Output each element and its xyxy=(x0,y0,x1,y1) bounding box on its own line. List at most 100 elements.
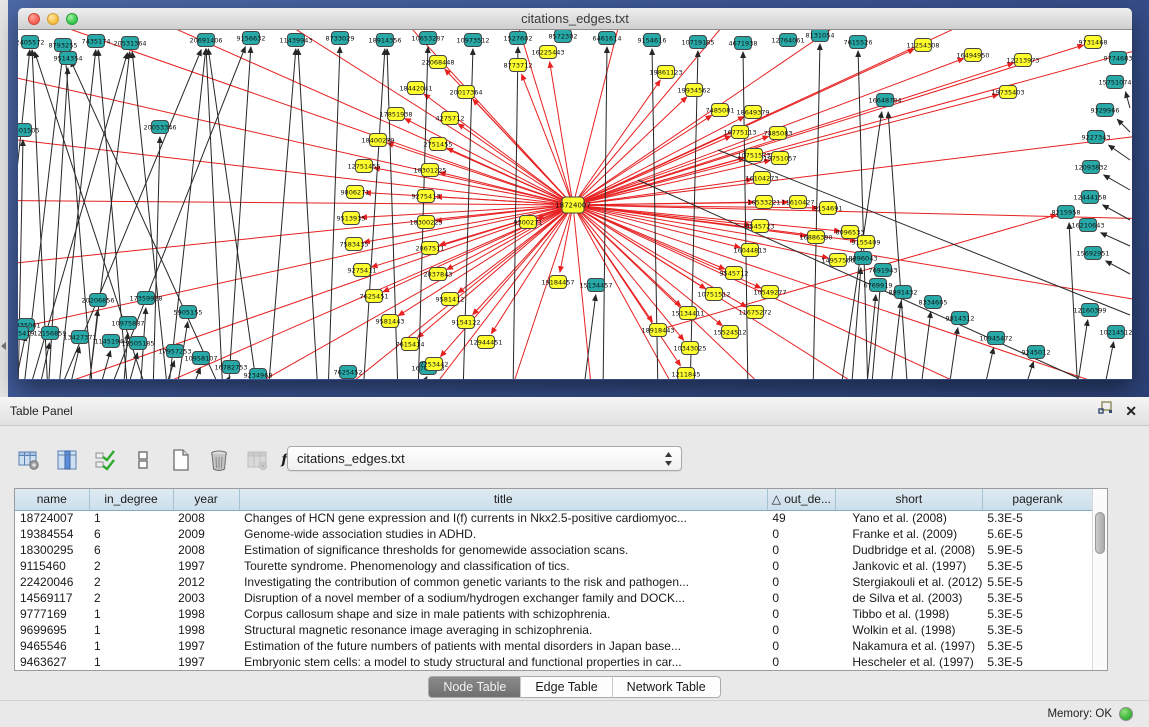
network-node[interactable]: 8891432 xyxy=(889,286,918,299)
column-header-out_degree[interactable]: △ out_de... xyxy=(767,489,835,510)
network-node[interactable]: 10214512 xyxy=(1099,326,1132,339)
network-graph[interactable]: 2405572879325574351742053136420691406915… xyxy=(18,30,1132,379)
network-node[interactable]: 8733029 xyxy=(326,32,355,45)
network-node[interactable]: 18914356 xyxy=(368,34,401,47)
network-node[interactable]: 16648784 xyxy=(868,94,901,107)
network-node[interactable]: 9329966 xyxy=(1091,104,1120,117)
cell-year[interactable]: 2009 xyxy=(173,526,239,542)
table-row[interactable]: 946554611997Estimation of the future num… xyxy=(15,638,1093,654)
cell-out_degree[interactable]: 49 xyxy=(767,510,835,526)
cell-name[interactable]: 9699695 xyxy=(15,622,89,638)
float-panel-icon[interactable] xyxy=(1098,397,1113,426)
cell-in_degree[interactable]: 1 xyxy=(89,606,173,622)
cell-title[interactable]: Estimation of the future numbers of pati… xyxy=(239,638,767,654)
cell-out_degree[interactable]: 0 xyxy=(767,542,835,558)
network-node[interactable]: 1211845 xyxy=(672,368,701,380)
tab-edge-table[interactable]: Edge Table xyxy=(520,676,611,698)
cell-in_degree[interactable]: 1 xyxy=(89,622,173,638)
network-node[interactable]: 10945472 xyxy=(979,332,1012,345)
network-node[interactable]: 5905155 xyxy=(174,306,203,319)
network-node[interactable]: 19751057 xyxy=(763,152,796,165)
network-node[interactable]: 8131054 xyxy=(806,30,835,42)
column-header-short[interactable]: short xyxy=(835,489,982,510)
network-node[interactable]: 9245012 xyxy=(1022,346,1051,359)
network-node[interactable]: 18442041 xyxy=(399,82,432,95)
network-node[interactable]: 7615526 xyxy=(844,36,873,49)
table-scrollbar[interactable] xyxy=(1092,489,1107,670)
network-node[interactable]: 10973512 xyxy=(456,34,489,47)
cell-in_degree[interactable]: 2 xyxy=(89,558,173,574)
network-node[interactable]: 4671938 xyxy=(729,37,758,50)
network-node[interactable]: 12944451 xyxy=(469,336,502,349)
network-node[interactable]: 7625451 xyxy=(360,290,389,303)
cell-pagerank[interactable]: 5.3E-5 xyxy=(982,654,1092,670)
network-node[interactable]: 18918443 xyxy=(641,324,674,337)
network-node[interactable]: 11254308 xyxy=(906,39,939,52)
network-node[interactable]: 18300225 xyxy=(409,216,442,229)
cell-title[interactable]: Embryonic stem cells: a model to study s… xyxy=(239,654,767,670)
cell-pagerank[interactable]: 5.9E-5 xyxy=(982,542,1092,558)
network-node[interactable]: 9275413 xyxy=(412,190,441,203)
network-node[interactable]: 3915419 xyxy=(18,327,34,340)
network-node[interactable]: 10751512 xyxy=(697,288,730,301)
row-mode-icon[interactable] xyxy=(130,447,156,473)
network-node[interactable]: 8793255 xyxy=(49,39,78,52)
cell-short[interactable]: Jankovic et al. (1997) xyxy=(835,558,982,574)
cell-in_degree[interactable]: 6 xyxy=(89,526,173,542)
cell-year[interactable]: 1997 xyxy=(173,654,239,670)
network-node[interactable]: 10975887 xyxy=(111,317,144,330)
network-node[interactable]: 9806271 xyxy=(341,186,370,199)
cell-title[interactable]: Investigating the contribution of common… xyxy=(239,574,767,590)
network-node[interactable]: 7435174 xyxy=(82,35,111,48)
table-mode-icon[interactable] xyxy=(16,447,42,473)
network-node[interactable]: 16210643 xyxy=(1071,219,1104,232)
cell-name[interactable]: 22420046 xyxy=(15,574,89,590)
network-node[interactable]: 9814312 xyxy=(946,312,975,325)
network-node[interactable]: 15524512 xyxy=(713,326,746,339)
network-node[interactable]: 9513935 xyxy=(337,212,366,225)
column-header-title[interactable]: title xyxy=(239,489,767,510)
network-node[interactable]: 19184457 xyxy=(541,276,574,289)
network-node[interactable]: 19934562 xyxy=(677,84,710,97)
network-node[interactable]: 16533221 xyxy=(747,196,780,209)
cell-title[interactable]: Disruption of a novel member of a sodium… xyxy=(239,590,767,606)
network-window-titlebar[interactable]: citations_edges.txt xyxy=(18,8,1132,30)
cell-pagerank[interactable]: 5.3E-5 xyxy=(982,638,1092,654)
cell-out_degree[interactable]: 0 xyxy=(767,574,835,590)
memory-status-icon[interactable] xyxy=(1119,707,1133,721)
network-node[interactable]: 10549277 xyxy=(753,286,786,299)
cell-name[interactable]: 9777169 xyxy=(15,606,89,622)
network-node[interactable]: 9234968 xyxy=(244,369,273,380)
table-row[interactable]: 969969511998Structural magnetic resonanc… xyxy=(15,622,1093,638)
close-panel-icon[interactable]: ✕ xyxy=(1125,397,1137,426)
network-node[interactable]: 20531364 xyxy=(113,37,146,50)
network-node[interactable]: 2837843 xyxy=(424,268,453,281)
table-source-select[interactable]: citations_edges.txt xyxy=(287,446,682,471)
network-node[interactable]: 11610427 xyxy=(781,196,814,209)
column-header-year[interactable]: year xyxy=(173,489,239,510)
cell-year[interactable]: 2012 xyxy=(173,574,239,590)
cell-name[interactable]: 9463627 xyxy=(15,654,89,670)
network-node[interactable]: 7691943 xyxy=(869,264,898,277)
network-node[interactable]: 10653287 xyxy=(411,32,444,45)
network-node[interactable]: 9731468 xyxy=(1079,36,1108,49)
tab-node-table[interactable]: Node Table xyxy=(428,676,520,698)
network-node[interactable]: 15751074 xyxy=(1098,76,1131,89)
network-node[interactable]: 7583435 xyxy=(340,238,369,251)
column-header-pagerank[interactable]: pagerank xyxy=(982,489,1092,510)
cell-in_degree[interactable]: 1 xyxy=(89,654,173,670)
network-node[interactable]: 2405572 xyxy=(18,36,44,49)
network-node[interactable]: 9156632 xyxy=(237,32,266,45)
cell-short[interactable]: Yano et al. (2008) xyxy=(835,510,982,526)
cell-short[interactable]: Wolkin et al. (1998) xyxy=(835,622,982,638)
network-node[interactable]: 12444158 xyxy=(1073,191,1106,204)
network-node[interactable]: 9581412 xyxy=(436,293,465,306)
cell-year[interactable]: 1997 xyxy=(173,558,239,574)
network-canvas[interactable]: 2405572879325574351742053136420691406915… xyxy=(18,30,1132,379)
cell-pagerank[interactable]: 5.5E-5 xyxy=(982,574,1092,590)
network-node[interactable]: 10719185 xyxy=(681,36,714,49)
network-node[interactable]: 9275411 xyxy=(348,264,377,277)
network-node[interactable]: 8773712 xyxy=(504,59,533,72)
cell-title[interactable]: Tourette syndrome. Phenomenology and cla… xyxy=(239,558,767,574)
network-node[interactable]: 16104273 xyxy=(745,172,778,185)
